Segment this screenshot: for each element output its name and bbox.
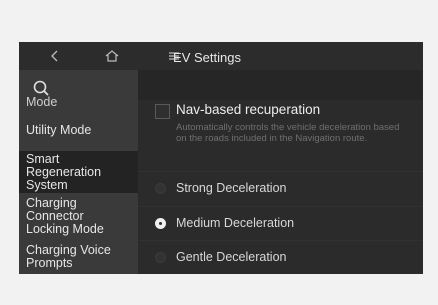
sidebar-item-label: Utility Mode [26, 122, 92, 137]
radio-label: Gentle Deceleration [176, 250, 287, 264]
sidebar-item-charging-voice-prompts[interactable]: Charging Voice Prompts [19, 244, 138, 274]
sidebar-item-label: Charging Connector Locking Mode [26, 196, 104, 236]
sidebar-item-smart-regeneration-system[interactable]: Smart Regeneration System [19, 151, 138, 193]
nav-recuperation-checkbox[interactable] [155, 104, 170, 119]
radio-gentle-deceleration[interactable]: Gentle Deceleration [138, 240, 423, 274]
sidebar-item-charging-connector-locking-mode[interactable]: Charging Connector Locking Mode [19, 197, 138, 237]
chevron-left-icon [51, 50, 58, 62]
home-icon [105, 50, 119, 62]
home-button[interactable] [100, 46, 124, 66]
sidebar-item-mode[interactable]: Mode [19, 96, 138, 110]
regeneration-settings-panel: Nav-based recuperation Automatically con… [138, 100, 423, 274]
radio-medium-deceleration[interactable]: Medium Deceleration [138, 206, 423, 241]
radio-button[interactable] [155, 183, 166, 194]
radio-button[interactable] [155, 252, 166, 263]
option-description: Automatically controls the vehicle decel… [176, 122, 400, 144]
sidebar-item-label: Mode [26, 96, 58, 109]
nav-based-recuperation-option[interactable]: Nav-based recuperation Automatically con… [138, 100, 423, 168]
radio-button-selected[interactable] [155, 218, 166, 229]
back-button[interactable] [43, 46, 67, 66]
sidebar-item-label: Charging Voice Prompts [26, 243, 111, 270]
radio-label: Medium Deceleration [176, 216, 295, 230]
ev-settings-screen: EV Settings Mode Utility Mode Smart Rege… [19, 42, 423, 274]
sidebar-item-label: Smart Regeneration System [26, 152, 102, 192]
page-title: EV Settings [173, 50, 241, 65]
radio-label: Strong Deceleration [176, 181, 287, 195]
radio-strong-deceleration[interactable]: Strong Deceleration [138, 171, 423, 206]
sidebar-item-utility-mode[interactable]: Utility Mode [19, 110, 138, 150]
top-bar: EV Settings [19, 42, 423, 70]
option-title: Nav-based recuperation [176, 102, 321, 117]
sidebar: Mode Utility Mode Smart Regeneration Sys… [19, 70, 138, 274]
search-button[interactable] [25, 74, 55, 96]
